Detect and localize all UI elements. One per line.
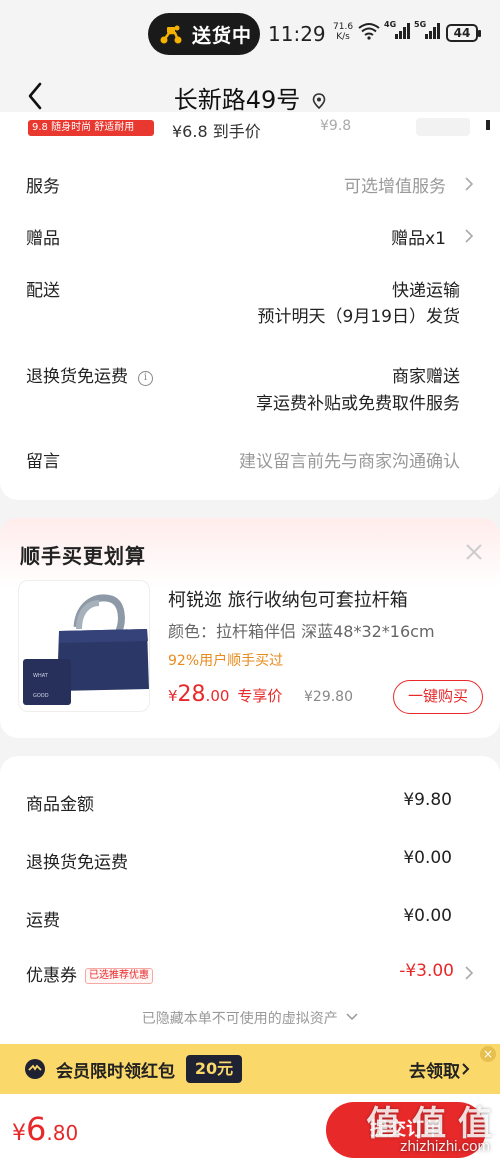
location-pin-icon (312, 87, 326, 115)
add-on-title: 顺手买更划算 (20, 544, 146, 568)
product-name[interactable]: 柯锐迩 旅行收纳包可套拉杆箱 (168, 586, 408, 612)
chevron-down-icon (346, 1013, 358, 1021)
delivery-label: 配送 (26, 281, 60, 301)
chevron-right-icon[interactable] (464, 229, 474, 243)
stepper-plus[interactable] (486, 120, 490, 130)
member-banner-text: 会员限时领红包 (56, 1062, 175, 1082)
chevron-right-icon[interactable] (462, 1063, 470, 1075)
svg-text:WHAT: WHAT (33, 673, 49, 679)
add-on-card: 顺手买更划算 WHAT GOOD 柯锐迩 旅行收纳包可套拉杆箱 颜色：拉杆箱伴侣… (0, 518, 500, 738)
return-shipping-label: 退换货免运费 i (26, 362, 153, 387)
battery-icon: 44 (446, 24, 481, 42)
hidden-assets-toggle[interactable]: 已隐藏本单不可使用的虚拟资产 (0, 1008, 500, 1028)
close-icon[interactable] (464, 542, 484, 562)
coupon-label: 优惠券 已选推荐优惠 (26, 961, 153, 986)
message-label: 留言 (26, 452, 60, 472)
shipping-value: ¥0.00 (403, 906, 452, 926)
total-symbol: ¥ (12, 1121, 26, 1146)
delivery-status-pill[interactable]: 送货中 (148, 13, 260, 55)
address-text: 长新路49号 (173, 86, 301, 114)
pill-text: 送货中 (192, 24, 253, 47)
svg-text:GOOD: GOOD (33, 693, 49, 699)
service-value[interactable]: 可选增值服务 (344, 172, 446, 197)
return-shipping-label-text: 退换货免运费 (26, 367, 128, 387)
return-shipping-value: 商家赠送 (392, 367, 460, 387)
original-price: ¥29.80 (304, 689, 353, 705)
total-price: ¥6.80 (12, 1110, 78, 1148)
total-dec: .80 (46, 1121, 79, 1145)
peek-price: ¥6.8 到手价 (172, 122, 261, 141)
return-fee-value: ¥0.00 (403, 848, 452, 868)
price-int: 28 (177, 682, 206, 707)
coupon-value[interactable]: -¥3.00 (399, 961, 454, 981)
coupon-badge: 已选推荐优惠 (85, 968, 153, 984)
scooter-icon (160, 25, 182, 44)
address-title[interactable]: 长新路49号 (0, 80, 500, 115)
net-speed-value: 71.6 (333, 22, 354, 32)
wifi-icon (358, 23, 380, 40)
delivery-eta: 预计明天（9月19日）发货 (257, 307, 460, 327)
peek-orig-price: ¥9.8 (320, 118, 352, 134)
return-shipping-detail: 享运费补贴或免费取件服务 (256, 394, 460, 414)
clock: 11:29 (268, 22, 326, 46)
chevron-right-icon[interactable] (464, 966, 474, 980)
travel-bag-image: WHAT GOOD (23, 594, 149, 705)
quantity-stepper[interactable] (416, 118, 470, 136)
one-click-buy-button[interactable]: 一键购买 (393, 680, 483, 714)
total-int: 6 (26, 1110, 47, 1148)
signal-icon (425, 23, 440, 39)
price-symbol: ¥ (168, 687, 178, 705)
member-red-packet-amount: 20元 (186, 1055, 242, 1083)
close-icon[interactable]: × (480, 1046, 496, 1062)
bought-rate: 92%用户顺手买过 (168, 653, 284, 669)
product-price: ¥28.00 专享价 (168, 682, 282, 707)
claim-link[interactable]: 去领取 (409, 1057, 460, 1082)
delivery-value: 快递运输 (392, 281, 460, 301)
info-icon[interactable]: i (138, 371, 153, 386)
return-fee-label: 退换货免运费 (26, 853, 128, 873)
price-dec: .00 (205, 687, 230, 705)
member-badge-icon (25, 1059, 45, 1079)
hidden-assets-text: 已隐藏本单不可使用的虚拟资产 (141, 1011, 338, 1027)
status-bar: 送货中 11:29 71.6 K/s 4G 5G 44 (0, 0, 500, 68)
net-speed: 71.6 K/s (333, 22, 353, 42)
order-options-card: 9.8 随身时尚 舒适耐用 ¥6.8 到手价 ¥9.8 服务 可选增值服务 赠品… (0, 112, 500, 500)
signal-b-group: 5G (414, 20, 442, 40)
message-input[interactable]: 建议留言前先与商家沟通确认 (239, 447, 460, 472)
signal-a-group: 4G (384, 20, 410, 40)
status-icons: 4G 5G (358, 20, 442, 40)
product-spec: 颜色：拉杆箱伴侣 深蓝48*32*16cm (168, 622, 435, 641)
product-row-peek: 9.8 随身时尚 舒适耐用 ¥6.8 到手价 ¥9.8 (28, 112, 490, 141)
price-label: 专享价 (237, 687, 283, 705)
watermark-url: zhizhizhi.com (399, 1138, 490, 1155)
chevron-right-icon[interactable] (464, 177, 474, 191)
price-summary-card: 商品金额 ¥9.80 退换货免运费 ¥0.00 运费 ¥0.00 优惠券 已选推荐… (0, 756, 500, 1046)
gift-value[interactable]: 赠品x1 (391, 224, 446, 249)
shipping-label: 运费 (26, 911, 60, 931)
product-image[interactable]: WHAT GOOD (18, 580, 150, 712)
net-speed-unit: K/s (336, 32, 350, 42)
goods-amount-value: ¥9.80 (403, 790, 452, 810)
signal-icon (395, 23, 410, 39)
member-banner[interactable]: 会员限时领红包 20元 去领取 × (0, 1044, 500, 1094)
promo-tag: 9.8 随身时尚 舒适耐用 (28, 120, 154, 136)
goods-amount-label: 商品金额 (26, 795, 94, 815)
service-label: 服务 (26, 177, 60, 197)
coupon-label-text: 优惠券 (26, 966, 77, 986)
gift-label: 赠品 (26, 229, 60, 249)
